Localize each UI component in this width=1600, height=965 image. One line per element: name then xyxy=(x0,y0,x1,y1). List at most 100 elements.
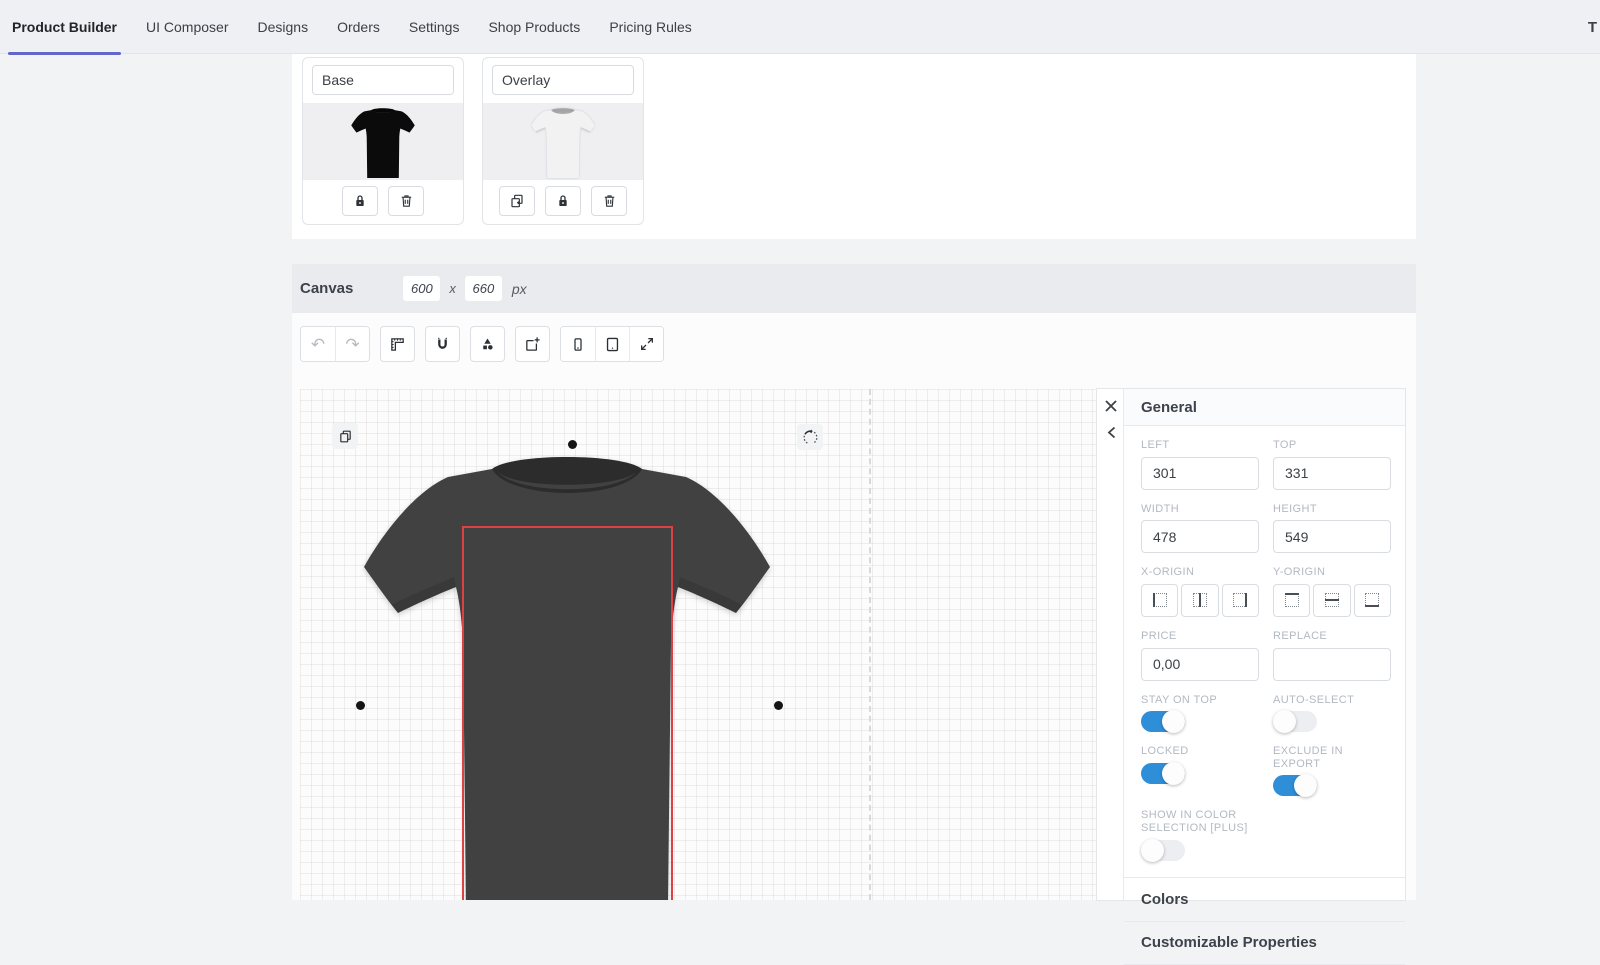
replace-input[interactable] xyxy=(1273,647,1391,681)
base-layer-thumbnail[interactable] xyxy=(303,103,463,180)
rotate-icon xyxy=(802,429,819,446)
magnet-button[interactable] xyxy=(425,326,460,362)
exclude-in-export-label: EXCLUDE IN EXPORT xyxy=(1273,745,1344,770)
top-nav: Product Builder UI Composer Designs Orde… xyxy=(0,0,1600,55)
width-label: WIDTH xyxy=(1141,502,1180,515)
canvas-width-input[interactable] xyxy=(403,276,441,301)
x-origin-left-button[interactable] xyxy=(1141,583,1179,617)
canvas-title: Canvas xyxy=(300,280,354,297)
stay-on-top-label: STAY ON TOP xyxy=(1141,693,1218,706)
x-origin-group xyxy=(1141,583,1259,617)
show-in-color-selection-field: SHOW IN COLOR SELECTION [PLUS] xyxy=(1141,809,1259,862)
overlay-delete-button[interactable] xyxy=(591,186,627,216)
dimension-separator: x xyxy=(449,281,456,296)
y-origin-label: Y-ORIGIN xyxy=(1273,566,1326,579)
base-layer-name-input[interactable] xyxy=(312,65,454,95)
selection-handle-right[interactable] xyxy=(774,701,783,710)
truncated-nav-text: T xyxy=(1587,18,1597,36)
close-icon xyxy=(1104,399,1118,413)
exclude-in-export-toggle[interactable] xyxy=(1273,774,1317,798)
left-label: LEFT xyxy=(1141,439,1170,451)
auto-select-toggle[interactable] xyxy=(1273,710,1317,734)
expand-icon xyxy=(639,336,655,352)
origin-left-icon xyxy=(1152,593,1167,608)
price-field: PRICE xyxy=(1141,630,1259,681)
customizable-properties-section-header[interactable]: Customizable Properties xyxy=(1124,920,1405,965)
auto-select-label: AUTO-SELECT xyxy=(1273,693,1355,706)
tablet-preview-button[interactable] xyxy=(595,327,629,361)
phone-preview-button[interactable] xyxy=(561,327,595,361)
y-origin-middle-button[interactable] xyxy=(1313,583,1351,617)
dimension-unit: px xyxy=(511,280,527,297)
close-panel-button[interactable] xyxy=(1101,396,1121,416)
layer-card-base xyxy=(302,57,464,225)
tab-product-builder[interactable]: Product Builder xyxy=(7,0,122,55)
y-origin-bottom-button[interactable] xyxy=(1353,583,1391,617)
tab-shop-products[interactable]: Shop Products xyxy=(488,0,580,54)
print-area-rect[interactable] xyxy=(462,526,673,900)
locked-toggle[interactable] xyxy=(1141,761,1185,785)
tab-pricing-rules[interactable]: Pricing Rules xyxy=(609,0,691,54)
top-input[interactable] xyxy=(1273,456,1391,490)
undo-button[interactable]: ↶ xyxy=(301,327,335,361)
replace-field: REPLACE xyxy=(1273,630,1391,681)
height-field: HEIGHT xyxy=(1273,503,1391,554)
base-delete-button[interactable] xyxy=(388,186,424,216)
collapse-panel-button[interactable] xyxy=(1101,422,1121,442)
ruler-button[interactable] xyxy=(380,326,415,362)
overlay-duplicate-button[interactable] xyxy=(499,186,535,216)
canvas-section-body: ↶ ↷ General LEFT 301 TOP 331 WIDTH 478 H… xyxy=(292,313,1416,965)
duplicate-icon xyxy=(509,193,525,209)
general-section-body: LEFT TOP WIDTH HEIGHT X-ORIGIN xyxy=(1124,426,1405,875)
locked-field: LOCKED xyxy=(1141,745,1259,796)
base-lock-button[interactable] xyxy=(342,186,378,216)
y-origin-top-button[interactable] xyxy=(1273,583,1311,617)
x-origin-center-button[interactable] xyxy=(1181,583,1219,617)
lock-icon xyxy=(352,193,368,209)
left-input[interactable] xyxy=(1141,456,1259,490)
x-origin-field: X-ORIGIN xyxy=(1141,566,1259,617)
left-field: LEFT xyxy=(1141,439,1259,490)
redo-icon: ↷ xyxy=(345,334,360,354)
colors-section-header[interactable]: Colors xyxy=(1124,876,1405,921)
fullscreen-button[interactable] xyxy=(629,327,663,361)
base-layer-actions xyxy=(303,186,463,216)
copy-layer-button[interactable] xyxy=(332,423,358,449)
properties-panel: General LEFT TOP WIDTH HEIGHT xyxy=(1096,388,1406,965)
canvas-height-input[interactable] xyxy=(464,276,502,301)
width-input[interactable] xyxy=(1141,520,1259,554)
auto-select-field: AUTO-SELECT xyxy=(1273,693,1391,734)
price-input[interactable] xyxy=(1141,647,1259,681)
show-in-color-selection-label: SHOW IN COLOR SELECTION [PLUS] xyxy=(1141,809,1248,835)
overlay-lock-button[interactable] xyxy=(545,186,581,216)
lock-icon xyxy=(555,193,571,209)
tab-designs[interactable]: Designs xyxy=(257,0,308,54)
tshirt-black-thumb xyxy=(348,106,418,178)
design-canvas[interactable] xyxy=(300,389,1096,900)
phone-icon xyxy=(570,336,586,353)
shapes-button[interactable] xyxy=(470,326,505,362)
overlay-layer-thumbnail[interactable] xyxy=(483,103,643,180)
tab-orders[interactable]: Orders xyxy=(337,0,380,54)
redo-button[interactable]: ↷ xyxy=(335,327,369,361)
selection-handle-top[interactable] xyxy=(568,440,577,449)
locked-label: LOCKED xyxy=(1141,745,1189,758)
height-input[interactable] xyxy=(1273,520,1391,554)
tab-ui-composer[interactable]: UI Composer xyxy=(146,0,228,54)
stay-on-top-toggle[interactable] xyxy=(1141,710,1185,734)
show-in-color-selection-toggle[interactable] xyxy=(1141,838,1185,862)
layer-card-overlay xyxy=(482,57,644,225)
overlay-layer-name-input[interactable] xyxy=(492,65,634,95)
stay-on-top-field: STAY ON TOP xyxy=(1141,693,1259,734)
origin-middle-icon xyxy=(1324,593,1339,608)
top-field: TOP xyxy=(1273,439,1391,490)
x-origin-right-button[interactable] xyxy=(1221,583,1259,617)
rotate-handle-button[interactable] xyxy=(797,424,823,450)
export-canvas-button[interactable] xyxy=(515,326,550,362)
general-section-header[interactable]: General xyxy=(1124,389,1405,426)
tab-settings[interactable]: Settings xyxy=(409,0,460,54)
exclude-in-export-field: EXCLUDE IN EXPORT xyxy=(1273,745,1391,798)
y-origin-group xyxy=(1273,583,1391,617)
tablet-icon xyxy=(604,336,621,353)
selection-handle-left[interactable] xyxy=(356,701,365,710)
